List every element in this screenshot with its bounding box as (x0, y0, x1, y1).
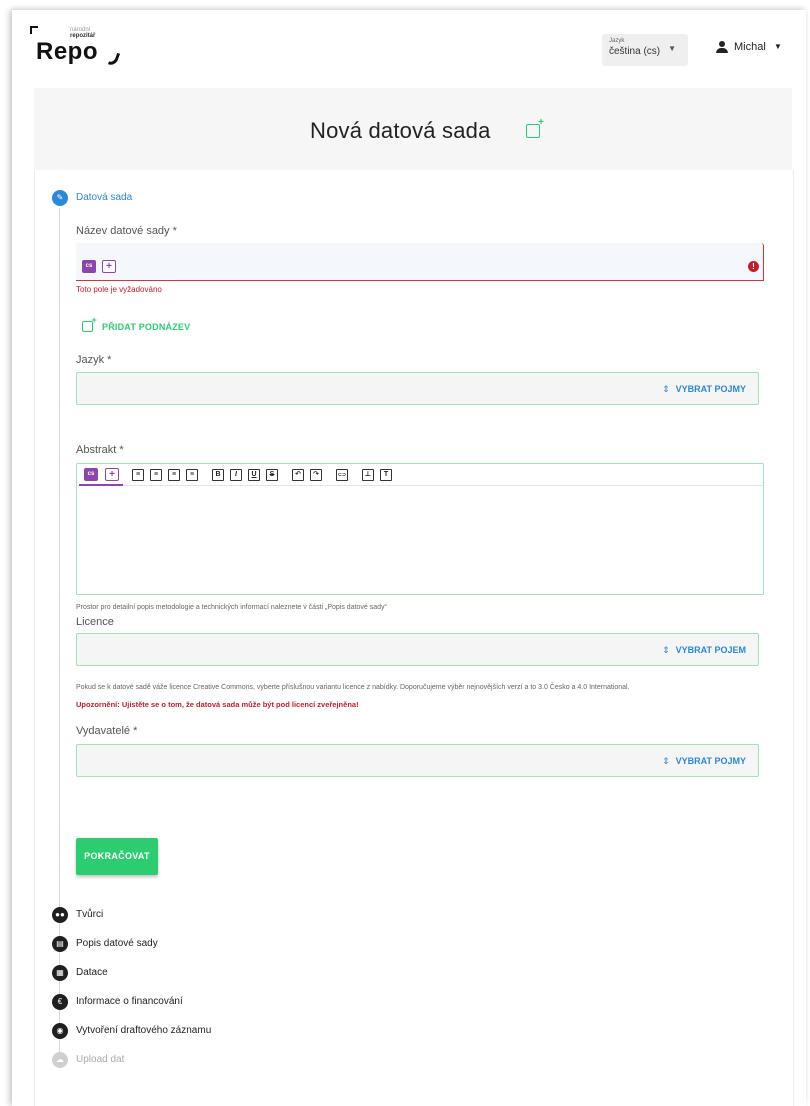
publishers-field-label: Vydavatelé * (76, 725, 138, 737)
subscript-icon[interactable]: ⊥ (362, 469, 374, 481)
step-label-dating[interactable]: Datace (76, 967, 108, 978)
euro-icon: € (57, 997, 63, 1006)
unfold-icon: ⇕ (662, 384, 670, 394)
step-indicator-3[interactable]: ▤ (52, 936, 68, 952)
step-indicator-6[interactable]: ◉ (52, 1023, 68, 1039)
unfold-icon: ⇕ (662, 756, 670, 766)
draft-icon: ◉ (56, 1026, 64, 1035)
publishers-select-field[interactable]: ⇕ VYBRAT POJMY (76, 744, 759, 777)
align-left-icon[interactable]: ≡ (132, 469, 144, 481)
license-pick-label: VYBRAT POJEM (675, 645, 746, 655)
language-select-field[interactable]: ⇕ VYBRAT POJMY (76, 372, 759, 405)
active-language-indicator (79, 484, 123, 486)
underline-icon[interactable]: U (248, 469, 260, 481)
step-label-funding[interactable]: Informace o financování (76, 996, 183, 1007)
superscript-icon[interactable]: T (380, 469, 392, 481)
redo-icon[interactable]: ↷ (310, 469, 322, 481)
step-indicator-7: ☁ (52, 1052, 68, 1068)
abstract-editor[interactable]: cs + ≡ ≡ ≡ ≡ B I U S ↶ ↷ ⊂⊃ ⊥ T (76, 463, 764, 595)
logo-corner-mark (30, 26, 38, 34)
document-icon: ▤ (56, 939, 64, 948)
language-select-value: čeština (cs) (609, 46, 661, 57)
abstract-help-text: Prostor pro detailní popis metodologie a… (76, 604, 387, 611)
caret-down-icon: ▼ (774, 42, 782, 51)
continue-button[interactable]: POKRAČOVAT (76, 838, 158, 875)
lang-chip-cs[interactable]: cs (82, 260, 96, 273)
strikethrough-icon[interactable]: S (266, 469, 278, 481)
publishers-pick-button[interactable]: ⇕ VYBRAT POJMY (662, 756, 746, 767)
step-label-upload: Upload dat (76, 1054, 125, 1065)
abstract-field-label: Abstrakt * (76, 444, 124, 456)
step-connector (59, 208, 60, 1056)
license-select-field[interactable]: ⇕ VYBRAT POJEM (76, 633, 759, 666)
logo-tail-mark (107, 51, 121, 67)
language-pick-button[interactable]: ⇕ VYBRAT POJMY (662, 384, 746, 395)
editor-toolbar: cs + ≡ ≡ ≡ ≡ B I U S ↶ ↷ ⊂⊃ ⊥ T (77, 464, 763, 486)
step-label-creators[interactable]: Tvůrci (76, 909, 103, 920)
language-field-label: Jazyk * (76, 354, 112, 366)
step-indicator-1[interactable]: ✎ (52, 190, 68, 206)
add-language-button[interactable]: + (102, 260, 116, 273)
user-name: Michal (734, 41, 766, 53)
dataset-name-input[interactable]: cs + ! (76, 243, 764, 281)
header: národní repozitář Repo Jazyk čeština (cs… (12, 10, 806, 84)
align-right-icon[interactable]: ≡ (168, 469, 180, 481)
logo-name: Repo (36, 38, 98, 65)
align-justify-icon[interactable]: ≡ (186, 469, 198, 481)
new-dataset-icon (526, 117, 544, 138)
cloud-upload-icon: ☁ (56, 1055, 64, 1064)
undo-icon[interactable]: ↶ (292, 469, 304, 481)
license-help-text: Pokud se k datové sadě váže licence Crea… (76, 684, 630, 691)
title-band: Nová datová sada (34, 88, 792, 170)
step-indicator-5[interactable]: € (52, 994, 68, 1010)
name-error-message: Toto pole je vyžadováno (76, 285, 162, 294)
name-field-label: Název datové sady * (76, 225, 177, 237)
lang-chip-cs[interactable]: cs (84, 468, 98, 481)
add-language-button[interactable]: + (105, 468, 119, 481)
license-warning: Upozornění: Ujistěte se o tom, že datová… (76, 700, 359, 709)
app-window: národní repozitář Repo Jazyk čeština (cs… (12, 10, 806, 1106)
unfold-icon: ⇕ (662, 645, 670, 655)
caret-down-icon: ▼ (668, 44, 676, 53)
bold-icon[interactable]: B (212, 469, 224, 481)
add-subtitle-icon (82, 315, 97, 332)
align-center-icon[interactable]: ≡ (150, 469, 162, 481)
logo[interactable]: národní repozitář Repo (30, 26, 130, 72)
add-subtitle-label: PŘIDAT PODNÁZEV (102, 322, 191, 332)
step-label-dataset[interactable]: Datová sada (76, 192, 132, 203)
license-pick-button[interactable]: ⇕ VYBRAT POJEM (662, 645, 746, 656)
language-select-label: Jazyk (609, 38, 625, 44)
group-icon: ●● (55, 910, 65, 919)
language-select[interactable]: Jazyk čeština (cs) ▼ (602, 34, 688, 66)
language-pick-label: VYBRAT POJMY (675, 384, 746, 394)
step-indicator-4[interactable]: ▦ (52, 965, 68, 981)
step-indicator-2[interactable]: ●● (52, 907, 68, 923)
step-label-description[interactable]: Popis datové sady (76, 938, 158, 949)
error-icon: ! (748, 261, 759, 272)
publishers-pick-label: VYBRAT POJMY (675, 756, 746, 766)
person-icon (716, 41, 728, 53)
step-label-draft[interactable]: Vytvoření draftového záznamu (76, 1025, 211, 1036)
page-title: Nová datová sada (310, 118, 491, 143)
link-icon[interactable]: ⊂⊃ (336, 469, 348, 481)
calendar-icon: ▦ (56, 968, 64, 977)
pencil-icon: ✎ (56, 193, 64, 202)
italic-icon[interactable]: I (230, 469, 242, 481)
license-field-label: Licence (76, 616, 114, 628)
